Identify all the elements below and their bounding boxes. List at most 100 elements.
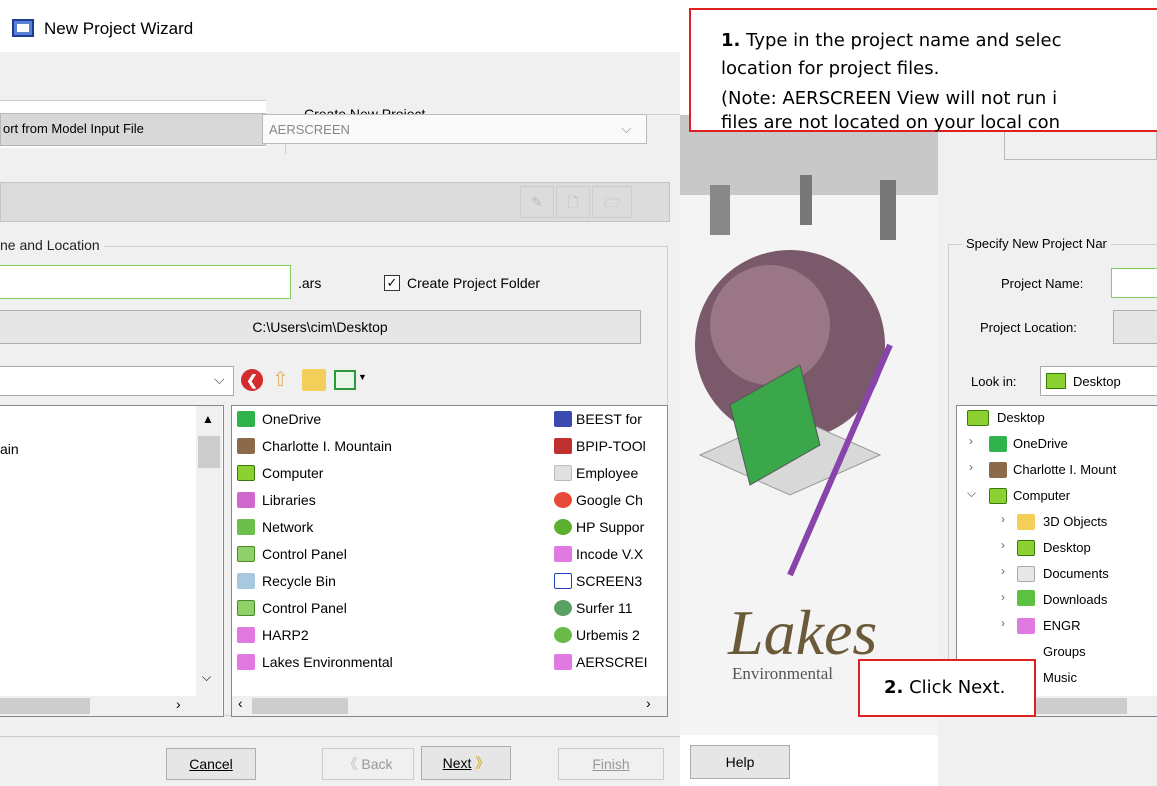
chevron-down-icon: ⌵: [214, 371, 225, 387]
tree-item[interactable]: Music: [1043, 667, 1077, 689]
edit-icon[interactable]: ✎: [520, 186, 554, 218]
app-shortcut-icon: [554, 438, 572, 454]
expand-icon[interactable]: ›: [1001, 590, 1005, 604]
tree-item[interactable]: OneDrive: [1013, 433, 1068, 455]
back-button[interactable]: 《 Back: [322, 748, 414, 780]
list-item[interactable]: Computer: [262, 462, 323, 484]
list-item[interactable]: BEEST for: [576, 408, 642, 430]
logo-subtext: Environmental: [732, 664, 834, 683]
view-menu-icon[interactable]: [334, 370, 356, 390]
list-item[interactable]: AERSCREI: [576, 651, 648, 673]
scroll-left-icon[interactable]: ‹: [238, 695, 243, 711]
folder-icon: [237, 627, 255, 643]
h-scrollbar-thumb[interactable]: [252, 698, 348, 714]
project-location-button[interactable]: [1113, 310, 1157, 344]
new-file-icon[interactable]: 🗋: [556, 186, 590, 218]
list-item[interactable]: BPIP-TOOl: [576, 435, 646, 457]
chevron-down-icon: ⌵: [621, 120, 632, 136]
tree-item[interactable]: Desktop: [997, 407, 1045, 429]
list-item[interactable]: Google Ch: [576, 489, 643, 511]
project-name-label: Project Name:: [1001, 276, 1084, 291]
tree-item[interactable]: Computer: [1013, 485, 1070, 507]
desktop-icon: [967, 410, 989, 426]
project-name-input[interactable]: [0, 265, 291, 299]
open-folder-icon[interactable]: 🗁: [592, 186, 632, 218]
network-icon: [237, 519, 255, 535]
expand-icon[interactable]: ›: [1001, 512, 1005, 526]
expand-icon[interactable]: ›: [1001, 564, 1005, 578]
h-scrollbar-thumb[interactable]: [0, 698, 90, 714]
list-item[interactable]: Urbemis 2: [576, 624, 640, 646]
callout-1-line4: files are not located on your local con: [721, 112, 1061, 133]
list-item[interactable]: Control Panel: [262, 597, 347, 619]
desktop-icon: [1046, 373, 1066, 389]
finish-button[interactable]: Finish: [558, 748, 664, 780]
list-item[interactable]: Charlotte I. Mountain: [262, 435, 392, 457]
instruction-callout-2: 2. Click Next.: [858, 659, 1036, 717]
model-combo[interactable]: AERSCREEN ⌵: [262, 114, 647, 144]
cancel-button[interactable]: Cancel: [166, 748, 256, 780]
app-icon: [12, 19, 34, 37]
list-item[interactable]: SCREEN3: [576, 570, 642, 592]
callout-1-line3: (Note: AERSCREEN View will not run i: [721, 88, 1058, 109]
back-arrow-icon: 《: [343, 756, 362, 772]
tree-item[interactable]: ain: [0, 438, 19, 460]
list-item[interactable]: Employee: [576, 462, 638, 484]
app-shortcut-icon: [554, 627, 572, 643]
tree-item[interactable]: Charlotte I. Mount: [1013, 459, 1116, 481]
tab-import-model[interactable]: ort from Model Input File: [0, 113, 266, 146]
project-name-field[interactable]: [1111, 268, 1157, 298]
scroll-up-icon[interactable]: ▲: [202, 412, 214, 426]
folder-icon: [237, 654, 255, 670]
callout-text: Type in the project name and selec: [740, 30, 1062, 51]
next-button[interactable]: Next 》: [421, 746, 511, 780]
list-item[interactable]: OneDrive: [262, 408, 321, 430]
tree-item[interactable]: Groups: [1043, 641, 1086, 663]
chrome-icon: [554, 492, 572, 508]
3d-objects-icon: [1017, 514, 1035, 530]
callout-text: Click Next.: [903, 677, 1006, 698]
list-item[interactable]: Control Panel: [262, 543, 347, 565]
extension-label: .ars: [298, 275, 322, 291]
list-item[interactable]: Surfer 11: [576, 597, 633, 619]
callout-1-line2: location for project files.: [721, 58, 940, 79]
look-in-combo[interactable]: Desktop: [1040, 366, 1157, 396]
expand-icon[interactable]: ›: [1001, 616, 1005, 630]
logo-text: Lakes: [728, 597, 878, 668]
create-folder-checkbox[interactable]: ✓: [384, 275, 400, 291]
downloads-icon: [1017, 590, 1035, 606]
scroll-right-icon[interactable]: ›: [646, 695, 651, 711]
dropdown-arrow-icon[interactable]: ▼: [358, 372, 367, 382]
drive-combo[interactable]: ⌵: [0, 366, 234, 396]
onedrive-icon: [989, 436, 1007, 452]
list-item[interactable]: HP Suppor: [576, 516, 644, 538]
scroll-down-icon[interactable]: ⌵: [202, 670, 211, 685]
location-button[interactable]: C:\Users\cim\Desktop: [0, 310, 641, 344]
tree-item[interactable]: Documents: [1043, 563, 1109, 585]
expand-icon[interactable]: ›: [969, 460, 973, 474]
list-item[interactable]: Libraries: [262, 489, 316, 511]
list-item[interactable]: Lakes Environmental: [262, 651, 393, 673]
file-list[interactable]: OneDrive Charlotte I. Mountain Computer …: [231, 405, 668, 717]
up-folder-icon[interactable]: ⇧: [272, 368, 296, 392]
scroll-right-icon[interactable]: ›: [176, 696, 181, 712]
expand-icon[interactable]: ›: [969, 434, 973, 448]
list-item[interactable]: HARP2: [262, 624, 309, 646]
expand-icon[interactable]: ›: [1001, 538, 1005, 552]
list-item[interactable]: Recycle Bin: [262, 570, 336, 592]
back-nav-icon[interactable]: ❮: [241, 369, 263, 391]
new-folder-icon[interactable]: [302, 369, 326, 391]
desktop-icon: [1017, 540, 1035, 556]
tree-item[interactable]: ENGR: [1043, 615, 1081, 637]
scrollbar-thumb[interactable]: [198, 436, 220, 468]
list-item[interactable]: Network: [262, 516, 313, 538]
folder-tree[interactable]: ▲ ⌵ ain ›: [0, 405, 224, 717]
collapse-icon[interactable]: ⌵: [967, 486, 976, 501]
tree-item[interactable]: Desktop: [1043, 537, 1091, 559]
callout-2-text: 2. Click Next.: [884, 677, 1005, 698]
help-button[interactable]: Help: [690, 745, 790, 779]
callout-1-line1: 1. Type in the project name and selec: [721, 30, 1062, 51]
list-item[interactable]: Incode V.X: [576, 543, 643, 565]
tree-item[interactable]: 3D Objects: [1043, 511, 1107, 533]
tree-item[interactable]: Downloads: [1043, 589, 1107, 611]
